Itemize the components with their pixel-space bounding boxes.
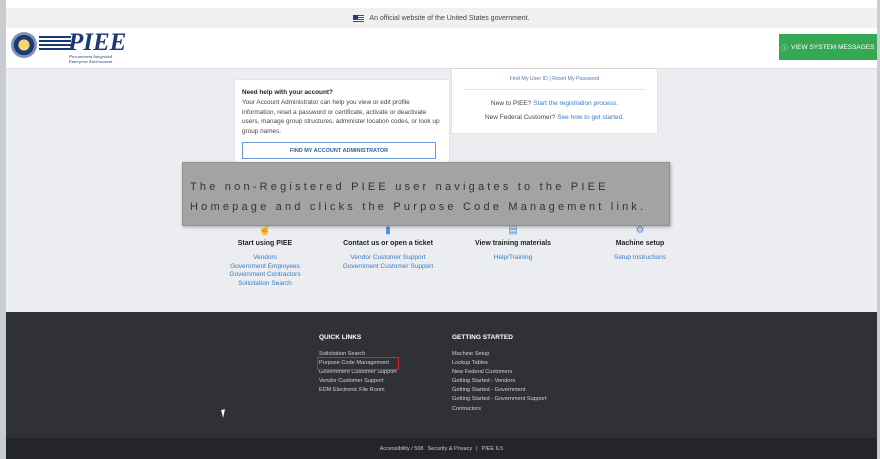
start-registration-link[interactable]: Start the registration process. <box>533 100 618 107</box>
hand-pointer-icon: ☝ <box>258 225 272 236</box>
bottom-bar: Accessibility / 508 Security & Privacy |… <box>6 438 877 459</box>
new-to-piee-line: New to PIEE? Start the registration proc… <box>490 100 619 107</box>
start-using-piee-title: Start using PIEE <box>237 240 293 247</box>
quick-links-title: QUICK LINKS <box>319 334 362 341</box>
solicitation-search-link[interactable]: Solicitation Search <box>200 280 330 289</box>
account-recovery-links: Find My User ID | Reset My Password <box>452 76 657 82</box>
setup-instructions-link[interactable]: Setup Instructions <box>575 254 705 263</box>
account-help-title: Need help with your account? <box>242 89 333 96</box>
getting-started-vendors-link[interactable]: Getting Started - Vendors <box>452 377 547 386</box>
login-help-card: Find My User ID | Reset My Password New … <box>452 69 657 133</box>
gear-icon: ⚙ <box>635 225 645 236</box>
piee-logo[interactable]: PIEE <box>68 30 126 55</box>
edm-electronic-file-room-link[interactable]: EDM Electronic File Room <box>319 386 397 395</box>
view-system-messages-button[interactable]: ⓘ VIEW SYSTEM MESSAGES <box>779 34 877 60</box>
contact-us-column: ▮ Contact us or open a ticket Vendor Cus… <box>318 225 458 271</box>
account-help-text: Your Account Administrator can help you … <box>242 99 440 135</box>
site-footer: QUICK LINKS Solicitation Search Purpose … <box>6 312 877 438</box>
tutorial-caption: The non-Registered PIEE user navigates t… <box>182 162 670 226</box>
chat-icon: ▮ <box>385 225 391 236</box>
gov-banner: An official website of the United States… <box>6 8 877 28</box>
machine-setup-column: ⚙ Machine setup Setup Instructions <box>575 225 705 263</box>
government-customer-support-link[interactable]: Government Customer Support <box>318 263 458 272</box>
find-user-id-link[interactable]: Find My User ID <box>510 76 548 82</box>
accessibility-link[interactable]: Accessibility / 508 <box>380 446 424 452</box>
purpose-code-management-link[interactable]: Purpose Code Management <box>317 357 399 371</box>
machine-setup-link[interactable]: Machine Setup <box>452 350 547 359</box>
find-account-administrator-button[interactable]: FIND MY ACCOUNT ADMINISTRATOR <box>242 142 436 159</box>
vendor-customer-support-link[interactable]: Vendor Customer Support <box>318 254 458 263</box>
view-system-messages-label: VIEW SYSTEM MESSAGES <box>791 43 875 51</box>
reset-password-link[interactable]: Reset My Password <box>552 76 599 82</box>
training-column: ▤ View training materials Help/Training <box>448 225 578 263</box>
lookup-tables-link[interactable]: Lookup Tables <box>452 359 547 368</box>
dod-seal-logo <box>11 32 37 58</box>
logo-stripes <box>39 36 71 52</box>
getting-started-title: GETTING STARTED <box>452 334 513 341</box>
new-federal-customer-line: New Federal Customer? See how to get sta… <box>484 114 625 121</box>
card-divider <box>464 89 645 90</box>
get-started-link[interactable]: See how to get started. <box>557 114 624 121</box>
contractors-link[interactable]: Contractors <box>452 405 547 414</box>
info-icon: ⓘ <box>781 45 789 52</box>
document-icon: ▤ <box>508 225 518 236</box>
start-using-piee-column: ☝ Start using PIEE Vendors Government Em… <box>200 225 330 288</box>
us-flag-icon <box>353 14 365 22</box>
new-federal-customers-link[interactable]: New Federal Customers <box>452 368 547 377</box>
footer-vendor-customer-support-link[interactable]: Vendor Customer Support <box>319 377 397 386</box>
account-help-card: Need help with your account? Your Accoun… <box>235 80 449 162</box>
bottom-separator: | <box>476 445 478 452</box>
getting-started-column: GETTING STARTED Machine Setup Lookup Tab… <box>452 334 547 414</box>
training-title: View training materials <box>474 240 552 247</box>
gov-banner-text: An official website of the United States… <box>369 14 530 22</box>
security-privacy-link[interactable]: Security & Privacy <box>427 446 472 452</box>
machine-setup-title: Machine setup <box>615 240 665 247</box>
government-contractors-link[interactable]: Government Contractors <box>200 271 330 280</box>
contact-us-title: Contact us or open a ticket <box>343 240 433 247</box>
footer-solicitation-search-link[interactable]: Solicitation Search <box>319 350 397 359</box>
getting-started-government-support-link[interactable]: Getting Started - Government Support <box>452 395 547 404</box>
help-training-link[interactable]: Help/Training <box>448 254 578 263</box>
getting-started-government-link[interactable]: Getting Started - Government <box>452 386 547 395</box>
footer-government-customer-support-link[interactable]: Government Customer Support <box>319 368 397 377</box>
vendors-link[interactable]: Vendors <box>200 254 330 263</box>
version-label: PIEE 6.5 <box>481 445 504 452</box>
piee-logo-subtitle: Procurement Integrated Enterprise Enviro… <box>69 54 113 64</box>
government-employees-link[interactable]: Government Employees <box>200 263 330 272</box>
site-header: PIEE Procurement Integrated Enterprise E… <box>6 28 877 69</box>
link-separator: | <box>549 76 551 82</box>
quick-links-column: QUICK LINKS Solicitation Search Purpose … <box>317 334 399 395</box>
